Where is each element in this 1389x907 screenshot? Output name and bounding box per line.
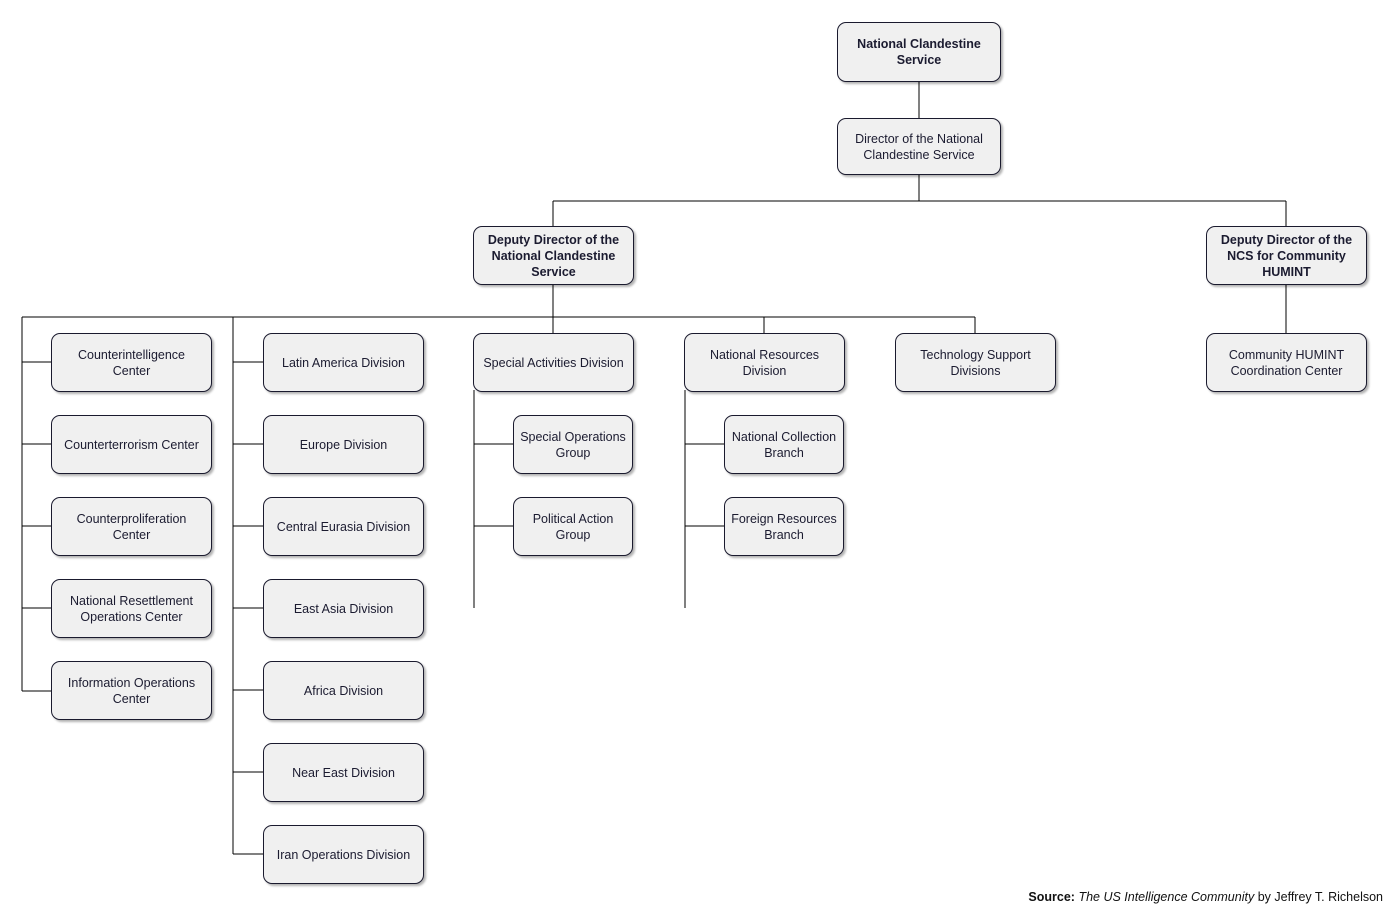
node-label: Community HUMINT Coordination Center <box>1228 347 1345 378</box>
node-central-eurasia-division[interactable]: Central Eurasia Division <box>263 497 424 556</box>
node-label: Political Action Group <box>532 511 614 542</box>
node-director-ncs[interactable]: Director of the National Clandestine Ser… <box>837 118 1001 175</box>
node-deputy-director-ncs[interactable]: Deputy Director of the National Clandest… <box>473 226 634 285</box>
node-label: National Resources Division <box>709 347 820 378</box>
node-label: Director of the National Clandestine Ser… <box>855 131 983 162</box>
node-label: Deputy Director of the NCS for Community… <box>1220 232 1353 279</box>
node-label: Counterintelligence Center <box>77 347 185 378</box>
node-national-resources-division[interactable]: National Resources Division <box>684 333 845 392</box>
node-label: National Clandestine Service <box>857 37 981 67</box>
node-label: Latin America Division <box>282 355 405 370</box>
node-label: East Asia Division <box>293 601 394 616</box>
node-counterterrorism-center[interactable]: Counterterrorism Center <box>51 415 212 474</box>
node-label: Special Operations Group <box>520 429 626 460</box>
source-title: The US Intelligence Community <box>1078 890 1255 904</box>
node-special-operations-group[interactable]: Special Operations Group <box>513 415 633 474</box>
node-deputy-director-community-humint[interactable]: Deputy Director of the NCS for Community… <box>1206 226 1367 285</box>
node-label: Counterproliferation Center <box>76 511 187 542</box>
node-label: Deputy Director of the National Clandest… <box>487 232 620 279</box>
node-national-clandestine-service[interactable]: National Clandestine Service <box>837 22 1001 82</box>
node-technology-support-divisions[interactable]: Technology Support Divisions <box>895 333 1056 392</box>
node-foreign-resources-branch[interactable]: Foreign Resources Branch <box>724 497 844 556</box>
node-information-operations-center[interactable]: Information Operations Center <box>51 661 212 720</box>
node-label: Central Eurasia Division <box>276 519 411 534</box>
source-attribution: Source: The US Intelligence Community by… <box>1028 890 1383 904</box>
node-label: Europe Division <box>299 437 388 452</box>
node-label: National Resettlement Operations Center <box>70 593 193 624</box>
node-near-east-division[interactable]: Near East Division <box>263 743 424 802</box>
node-latin-america-division[interactable]: Latin America Division <box>263 333 424 392</box>
node-counterintelligence-center[interactable]: Counterintelligence Center <box>51 333 212 392</box>
node-label: Special Activities Division <box>483 355 624 370</box>
node-label: Foreign Resources Branch <box>731 511 837 542</box>
source-byline: by Jeffrey T. Richelson <box>1257 890 1383 904</box>
org-chart: National Clandestine Service Director of… <box>0 0 1389 907</box>
node-label: National Collection Branch <box>731 429 837 460</box>
node-label: Africa Division <box>303 683 384 698</box>
node-label: Counterterrorism Center <box>64 437 199 452</box>
node-africa-division[interactable]: Africa Division <box>263 661 424 720</box>
node-political-action-group[interactable]: Political Action Group <box>513 497 633 556</box>
node-label: Technology Support Divisions <box>920 347 1031 378</box>
node-east-asia-division[interactable]: East Asia Division <box>263 579 424 638</box>
node-national-collection-branch[interactable]: National Collection Branch <box>724 415 844 474</box>
node-special-activities-division[interactable]: Special Activities Division <box>473 333 634 392</box>
source-label: Source: <box>1028 890 1075 904</box>
node-label: Iran Operations Division <box>276 847 411 862</box>
node-counterproliferation-center[interactable]: Counterproliferation Center <box>51 497 212 556</box>
node-label: Information Operations Center <box>67 675 196 706</box>
node-national-resettlement-operations-center[interactable]: National Resettlement Operations Center <box>51 579 212 638</box>
node-iran-operations-division[interactable]: Iran Operations Division <box>263 825 424 884</box>
node-label: Near East Division <box>292 765 395 780</box>
node-community-humint-coordination-center[interactable]: Community HUMINT Coordination Center <box>1206 333 1367 392</box>
node-europe-division[interactable]: Europe Division <box>263 415 424 474</box>
